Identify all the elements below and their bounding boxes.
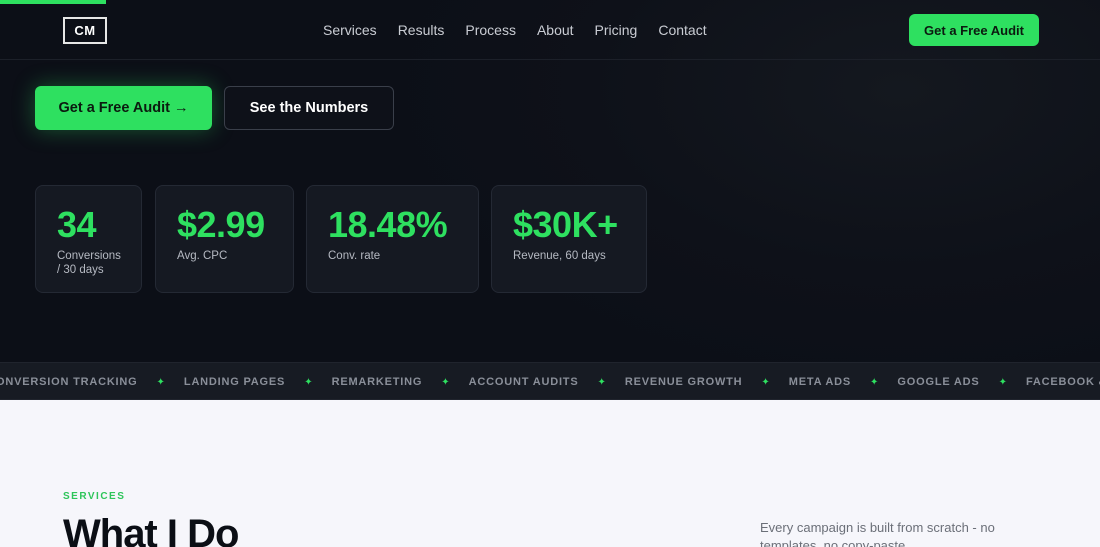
top-navbar: CM Services Results Process About Pricin… [0, 0, 1100, 60]
stat-label: Avg. CPC [177, 250, 228, 262]
sparkle-icon: ✦ [156, 376, 165, 388]
section-title: What I Do [63, 512, 239, 547]
stat-card-revenue: $30K+ Revenue, 60 days [491, 185, 647, 293]
section-eyebrow: SERVICES [63, 491, 126, 502]
ticker-item: ACCOUNT AUDITS [468, 376, 579, 388]
section-description: Every campaign is built from scratch - n… [760, 520, 995, 547]
sparkle-icon: ✦ [597, 376, 606, 388]
sparkle-icon: ✦ [441, 376, 450, 388]
stat-label: Conv. rate [328, 250, 381, 262]
stat-card-cpc: $2.99 Avg. CPC [155, 185, 294, 293]
hero-section: CM Services Results Process About Pricin… [0, 0, 1100, 362]
brand-logo[interactable]: CM [63, 17, 107, 44]
nav-link-results[interactable]: Results [398, 22, 445, 38]
nav-link-pricing[interactable]: Pricing [595, 22, 638, 38]
nav-link-process[interactable]: Process [465, 22, 516, 38]
nav-free-audit-button[interactable]: Get a Free Audit [909, 14, 1039, 46]
stat-value: 18.48% [328, 204, 448, 245]
free-audit-button[interactable]: Get a Free Audit → [35, 86, 212, 130]
ticker-item: META ADS [788, 376, 852, 388]
nav-link-contact[interactable]: Contact [658, 22, 706, 38]
stat-label: Conversions / 30 days [57, 250, 121, 276]
ticker-item: ONVERSION TRACKING [0, 376, 138, 388]
nav-link-services[interactable]: Services [323, 22, 377, 38]
stat-value: $30K+ [513, 204, 618, 245]
stat-card-conversions: 34 Conversions / 30 days [35, 185, 142, 293]
sparkle-icon: ✦ [998, 376, 1007, 388]
ticker-item: FACEBOOK & INSTAGR [1025, 376, 1100, 388]
nav-link-about[interactable]: About [537, 22, 574, 38]
ticker-item: LANDING PAGES [183, 376, 286, 388]
services-section: SERVICES What I Do Every campaign is bui… [0, 400, 1100, 547]
stat-label: Revenue, 60 days [513, 250, 606, 262]
ticker-track: ONVERSION TRACKING ✦ LANDING PAGES ✦ REM… [0, 376, 1100, 388]
services-ticker: ONVERSION TRACKING ✦ LANDING PAGES ✦ REM… [0, 362, 1100, 400]
stat-card-conv-rate: 18.48% Conv. rate [306, 185, 479, 293]
sparkle-icon: ✦ [304, 376, 313, 388]
ticker-item: REVENUE GROWTH [624, 376, 743, 388]
sparkle-icon: ✦ [761, 376, 770, 388]
ticker-item: REMARKETING [331, 376, 423, 388]
see-numbers-button[interactable]: See the Numbers [224, 86, 394, 130]
ticker-item: GOOGLE ADS [897, 376, 980, 388]
stat-value: $2.99 [177, 204, 265, 245]
sparkle-icon: ✦ [870, 376, 879, 388]
stat-value: 34 [57, 204, 97, 245]
nav-links: Services Results Process About Pricing C… [323, 22, 728, 38]
